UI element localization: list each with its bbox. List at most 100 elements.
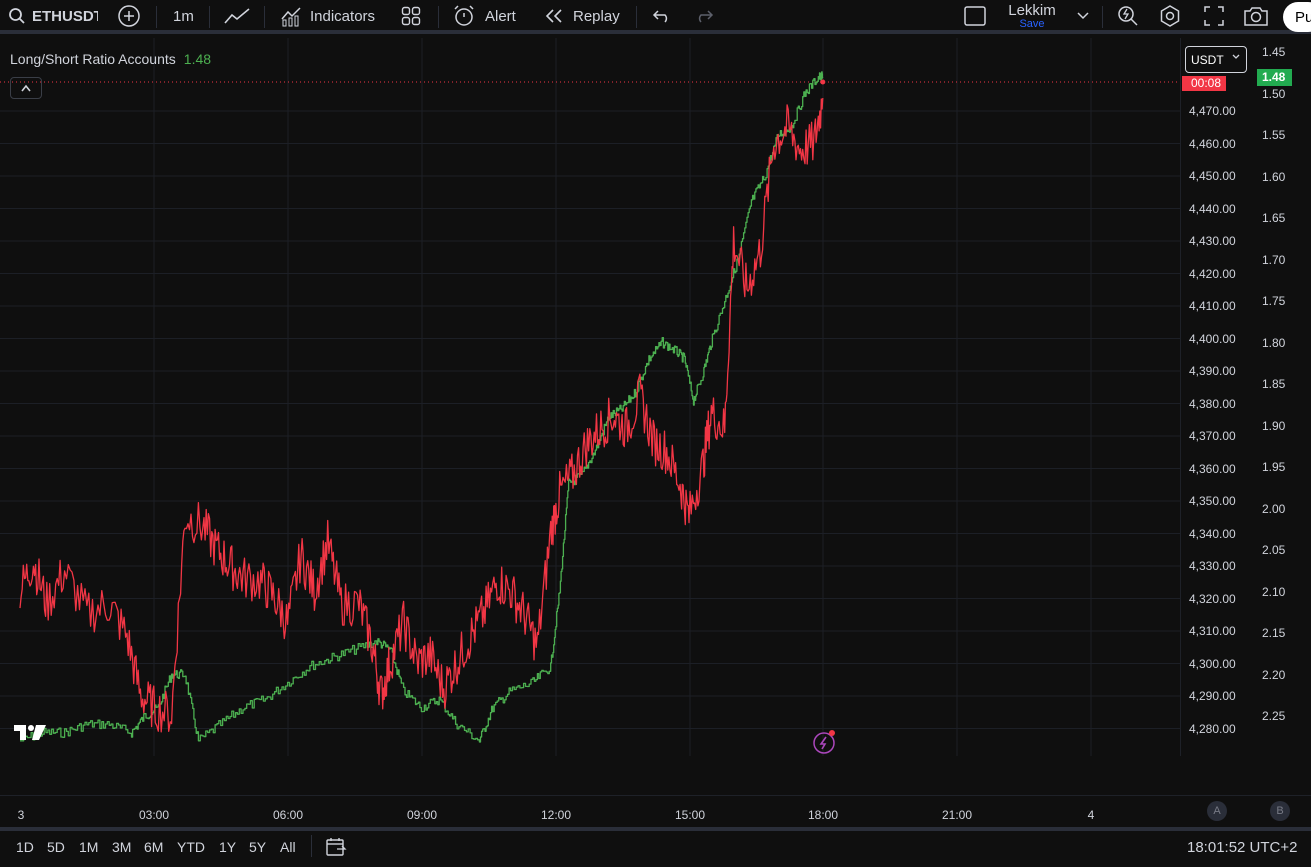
indicators-label: Indicators (310, 7, 376, 25)
fullscreen-button[interactable] (1203, 0, 1225, 32)
ratio-value-label: 1.48 (1262, 70, 1286, 84)
ratio-tick-label: 1.50 (1262, 86, 1286, 101)
price-tick-label: 4,460.00 (1189, 136, 1236, 151)
log-scale-label: B (1276, 805, 1284, 817)
replay-label: Replay (573, 7, 620, 25)
time-tick-label: 4 (1087, 808, 1095, 822)
ratio-tick-label: 1.65 (1262, 211, 1286, 225)
indicator-value: 1.48 (183, 51, 212, 67)
layout-name-button[interactable]: Lekkim Save (1006, 0, 1058, 32)
settings-button[interactable] (1158, 0, 1182, 32)
ratio-tick-label: 1.60 (1262, 169, 1286, 184)
price-tick-label: 4,420.00 (1189, 266, 1236, 281)
collapse-legend-button[interactable] (10, 77, 42, 99)
layout-checkbox[interactable] (963, 0, 987, 32)
clock-timezone[interactable]: 18:01:52 UTC+2 (1187, 839, 1298, 856)
symbol-name: ETHUSDT (32, 7, 98, 25)
redo-icon (698, 10, 714, 23)
toolbar-divider (311, 835, 312, 857)
indicators-button[interactable]: Indicators (280, 0, 375, 32)
last-price-dot (820, 79, 826, 85)
layout-menu-button[interactable] (1077, 0, 1089, 32)
indicator-legend[interactable]: Long/Short Ratio Accounts 1.48 (10, 51, 211, 67)
ratio-tick-label: 1.80 (1262, 335, 1286, 350)
price-tick-label: 4,380.00 (1189, 396, 1236, 411)
price-tick-label: 4,390.00 (1189, 364, 1236, 378)
line-chart-icon (224, 8, 250, 24)
interval-button[interactable]: 1m (173, 0, 194, 32)
price-series-line[interactable] (19, 97, 824, 733)
undo-icon (652, 10, 668, 23)
ratio-tick-label: 1.70 (1262, 252, 1286, 267)
countdown-tag: 00:08 (1182, 76, 1226, 91)
range-button-6m[interactable]: 6M (144, 839, 163, 855)
ratio-tick-label: 1.55 (1262, 128, 1286, 142)
range-button-5d[interactable]: 5D (47, 839, 65, 855)
price-tick-label: 4,360.00 (1189, 461, 1236, 476)
time-tick-label: 06:00 (272, 808, 304, 822)
chevron-down-icon (1232, 54, 1240, 59)
toolbar-divider (438, 6, 439, 28)
quick-search-button[interactable] (1116, 0, 1140, 32)
range-button-3m[interactable]: 3M (112, 839, 131, 855)
price-tick-label: 4,470.00 (1189, 104, 1236, 118)
interval-label: 1m (173, 7, 194, 25)
ratio-tick-label: 1.85 (1262, 377, 1286, 391)
symbol-search[interactable]: ETHUSDT (8, 0, 98, 32)
ratio-tick-label: 2.05 (1262, 543, 1286, 557)
time-tick-label: 09:00 (406, 808, 438, 822)
replay-button[interactable]: Replay (543, 0, 620, 32)
auto-scale-button[interactable]: A (1207, 801, 1227, 821)
square-icon (964, 6, 986, 26)
rewind-icon (545, 9, 562, 23)
layout-name: Lekkim (1008, 1, 1056, 19)
alarm-clock-icon (454, 5, 474, 26)
ratio-tick-label: 1.45 (1262, 45, 1286, 59)
ratio-tick-label: 2.10 (1262, 584, 1286, 599)
tradingview-logo-icon (14, 725, 46, 740)
ratio-tick-label: 1.95 (1262, 460, 1286, 474)
price-tick-label: 4,350.00 (1189, 494, 1236, 508)
time-tick-label: 03:00 (138, 808, 170, 822)
log-scale-button[interactable]: B (1270, 801, 1290, 821)
snapshot-button[interactable] (1243, 0, 1269, 32)
publish-label: Pu (1295, 8, 1311, 26)
publish-button[interactable]: Pu (1283, 2, 1311, 32)
auto-scale-label: A (1213, 805, 1221, 817)
price-chart[interactable] (0, 38, 1180, 762)
range-button-5y[interactable]: 5Y (249, 839, 266, 855)
chevron-up-icon (21, 84, 31, 92)
price-tick-label: 4,290.00 (1189, 689, 1236, 703)
chart-type-button[interactable] (223, 0, 251, 32)
goto-date-button[interactable] (325, 831, 347, 863)
gear-icon (1160, 5, 1180, 27)
price-tick-label: 4,440.00 (1189, 201, 1236, 216)
toolbar-divider (209, 6, 210, 28)
time-tick-label: 12:00 (540, 808, 572, 822)
ratio-series-line[interactable] (20, 71, 824, 743)
range-button-1d[interactable]: 1D (16, 839, 34, 855)
undo-button[interactable] (652, 0, 672, 32)
ratio-value-tag: 1.48 (1257, 69, 1292, 86)
toolbar-divider (636, 6, 637, 28)
ratio-tick-label: 2.25 (1262, 709, 1286, 723)
templates-button[interactable] (401, 0, 421, 32)
price-tick-label: 4,400.00 (1189, 331, 1236, 346)
price-tick-label: 4,310.00 (1189, 624, 1236, 638)
price-tick-label: 4,280.00 (1189, 721, 1236, 736)
flash-alert-button[interactable] (812, 729, 838, 760)
currency-dropdown[interactable]: USDT (1185, 46, 1247, 73)
redo-button[interactable] (694, 0, 714, 32)
chart-pane[interactable] (0, 38, 1180, 762)
compare-button[interactable] (117, 0, 141, 32)
ratio-tick-label: 2.20 (1262, 667, 1286, 682)
toolbar-divider (1102, 6, 1103, 28)
ratio-tick-label: 1.75 (1262, 294, 1286, 308)
range-button-ytd[interactable]: YTD (177, 839, 205, 855)
alert-button[interactable]: Alert (452, 0, 516, 32)
range-button-all[interactable]: All (280, 839, 296, 855)
toolbar-divider (156, 6, 157, 28)
time-axis[interactable] (0, 795, 1311, 825)
range-button-1y[interactable]: 1Y (219, 839, 236, 855)
range-button-1m[interactable]: 1M (79, 839, 98, 855)
